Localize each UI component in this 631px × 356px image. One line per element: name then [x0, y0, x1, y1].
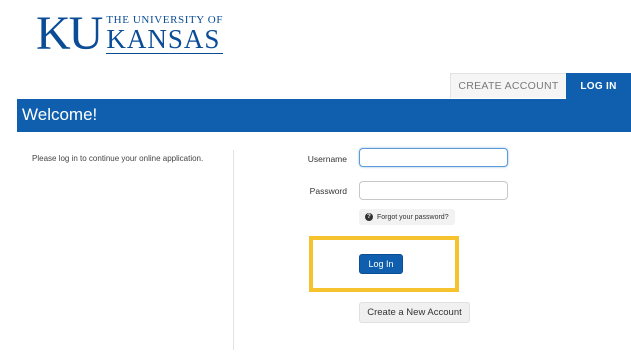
question-circle-icon: ? — [365, 213, 373, 221]
ku-logo-line2: KANSAS — [106, 26, 224, 54]
welcome-header-bar: Welcome! — [17, 99, 631, 132]
log-in-button[interactable]: Log In — [359, 254, 403, 274]
tab-log-in[interactable]: LOG IN — [566, 73, 631, 99]
tab-create-account[interactable]: CREATE ACCOUNT — [450, 73, 567, 98]
ku-logo: KU THE UNIVERSITY OF KANSAS — [36, 7, 224, 60]
forgot-password-link[interactable]: ? Forgot your password? — [359, 209, 455, 225]
ku-logo-mark: KU — [36, 7, 103, 60]
create-new-account-button[interactable]: Create a New Account — [359, 302, 470, 323]
password-label: Password — [309, 186, 347, 196]
username-label: Username — [307, 154, 347, 164]
username-input[interactable] — [359, 148, 508, 167]
password-input[interactable] — [359, 181, 508, 200]
page-title: Welcome! — [22, 105, 98, 124]
column-divider — [233, 150, 234, 350]
login-instructions: Please log in to continue your online ap… — [32, 154, 204, 163]
forgot-password-label: Forgot your password? — [377, 213, 449, 221]
ku-logo-wordmark: THE UNIVERSITY OF KANSAS — [106, 14, 224, 54]
